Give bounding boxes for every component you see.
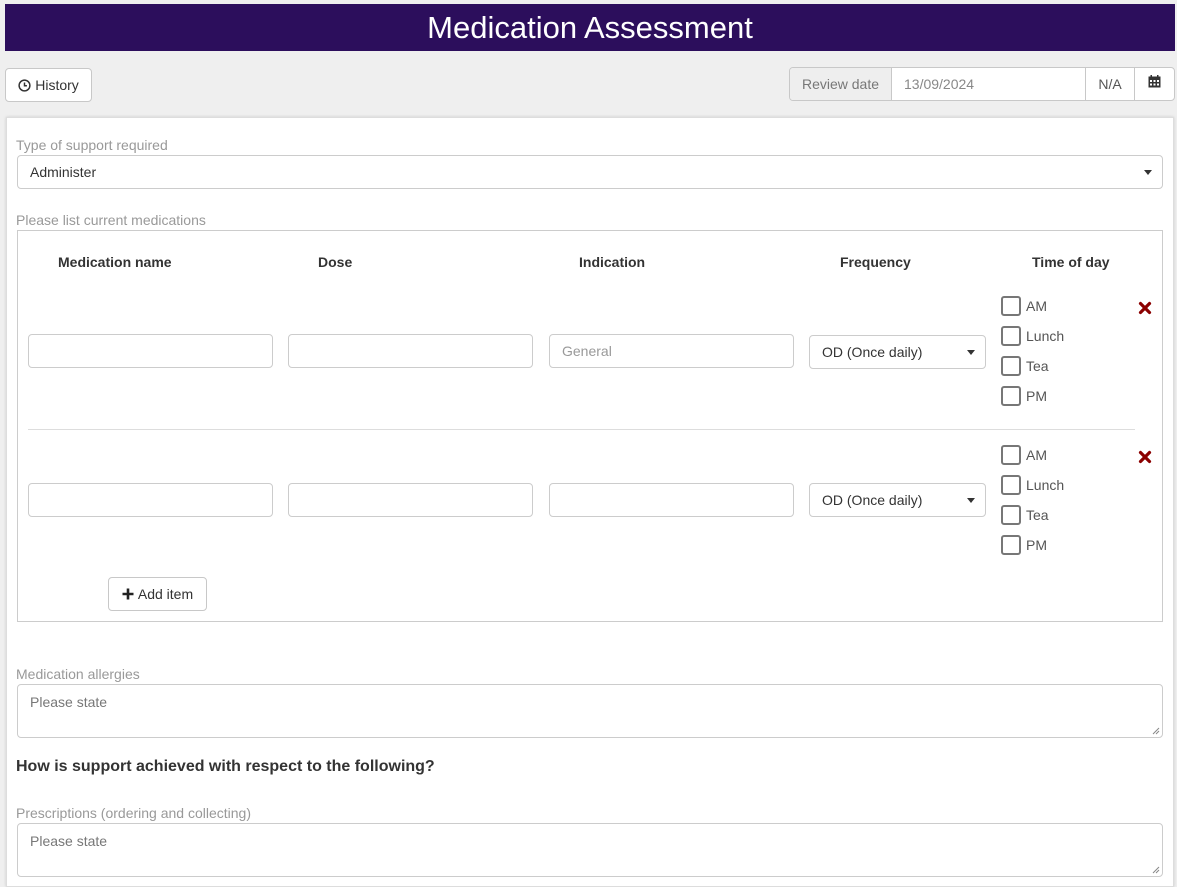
indication-input[interactable] [549,483,794,517]
allergies-placeholder: Please state [30,694,108,710]
caret-down-icon [967,350,975,355]
frequency-value: OD (Once daily) [822,344,923,360]
time-option-label: PM [1026,388,1047,404]
column-header-time-of-day: Time of day [1032,254,1110,270]
time-option-tea[interactable]: Tea [1001,356,1049,376]
checkbox[interactable] [1001,445,1021,465]
page-title: Medication Assessment [5,4,1175,51]
column-header-frequency: Frequency [840,254,911,270]
medication-name-input[interactable] [28,483,273,517]
time-option-label: Lunch [1026,328,1065,344]
time-option-pm[interactable]: PM [1001,386,1047,406]
resize-handle-icon[interactable] [1152,866,1160,874]
checkbox[interactable] [1001,505,1021,525]
checkbox[interactable] [1001,475,1021,495]
caret-down-icon [967,498,975,503]
prescriptions-textarea[interactable]: Please state [17,823,1163,877]
time-option-label: Tea [1026,507,1049,523]
time-option-pm[interactable]: PM [1001,535,1047,555]
close-icon [1138,301,1152,315]
checkbox[interactable] [1001,326,1021,346]
column-header-indication: Indication [579,254,646,270]
medications-table [17,230,1163,622]
time-option-tea[interactable]: Tea [1001,505,1049,525]
add-item-label: Add item [137,586,194,602]
dose-input[interactable] [288,483,533,517]
checkbox[interactable] [1001,535,1021,555]
time-option-label: Lunch [1026,477,1065,493]
add-item-button[interactable]: Add item [108,577,207,611]
frequency-select[interactable]: OD (Once daily) [809,483,986,517]
time-option-label: Tea [1026,358,1049,374]
caret-down-icon [1144,170,1152,175]
frequency-value: OD (Once daily) [822,492,923,508]
na-button[interactable]: N/A [1086,68,1135,100]
prescriptions-label: Prescriptions (ordering and collecting) [16,805,251,821]
time-option-am[interactable]: AM [1001,296,1047,316]
review-date-input[interactable]: 13/09/2024 [892,68,1086,100]
support-type-value: Administer [30,164,97,180]
delete-row-button[interactable] [1138,301,1152,315]
review-date-group: Review date 13/09/2024 N/A [789,67,1175,101]
delete-row-button[interactable] [1138,450,1152,464]
support-type-select[interactable]: Administer [17,155,1163,189]
time-option-lunch[interactable]: Lunch [1001,326,1064,346]
checkbox[interactable] [1001,356,1021,376]
resize-handle-icon[interactable] [1152,727,1160,735]
allergies-label: Medication allergies [16,666,140,682]
support-type-label: Type of support required [16,137,168,153]
clock-icon [18,78,31,92]
medication-name-input[interactable] [28,334,273,368]
close-icon [1138,450,1152,464]
medications-label: Please list current medications [16,212,206,228]
time-option-label: AM [1026,298,1047,314]
calendar-button[interactable] [1135,68,1174,100]
section-question: How is support achieved with respect to … [16,758,435,775]
row-divider [28,429,1135,430]
checkbox[interactable] [1001,386,1021,406]
time-option-label: AM [1026,447,1047,463]
allergies-textarea[interactable]: Please state [17,684,1163,738]
checkbox[interactable] [1001,296,1021,316]
indication-input[interactable]: General [549,334,794,368]
review-date-label: Review date [790,68,892,100]
column-header-medication-name: Medication name [58,254,172,270]
history-button[interactable]: History [5,68,92,102]
column-header-dose: Dose [318,254,353,270]
history-label: History [35,77,79,93]
calendar-icon [1148,75,1161,93]
time-option-label: PM [1026,537,1047,553]
dose-input[interactable] [288,334,533,368]
prescriptions-placeholder: Please state [30,833,108,849]
time-option-lunch[interactable]: Lunch [1001,475,1064,495]
frequency-select[interactable]: OD (Once daily) [809,335,986,369]
time-option-am[interactable]: AM [1001,445,1047,465]
plus-icon [122,588,134,600]
